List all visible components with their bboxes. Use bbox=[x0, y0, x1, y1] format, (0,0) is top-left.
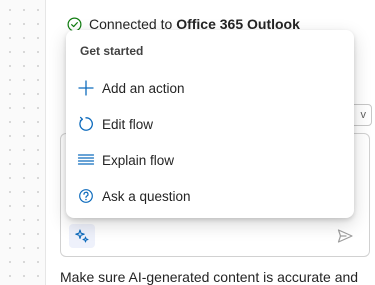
menu-item-label: Ask a question bbox=[102, 188, 191, 204]
menu-heading: Get started bbox=[80, 44, 144, 58]
menu-item-label: Edit flow bbox=[102, 116, 154, 132]
copilot-prompts-button[interactable] bbox=[69, 224, 95, 248]
text-lines-icon bbox=[77, 151, 95, 169]
question-circle-icon bbox=[77, 187, 95, 205]
plus-icon bbox=[77, 79, 95, 97]
send-button[interactable] bbox=[335, 226, 355, 246]
ai-disclaimer-text: Make sure AI-generated content is accura… bbox=[60, 269, 359, 285]
menu-item-label: Add an action bbox=[102, 80, 185, 96]
get-started-menu: Get started Add an action Edit flow Expl… bbox=[66, 30, 354, 218]
flow-canvas-background bbox=[0, 0, 45, 285]
menu-item-label: Explain flow bbox=[102, 152, 175, 168]
send-icon bbox=[337, 229, 353, 243]
menu-item-explain-flow[interactable]: Explain flow bbox=[66, 143, 354, 177]
partially-hidden-button-label: v bbox=[360, 109, 367, 121]
menu-item-ask-a-question[interactable]: Ask a question bbox=[66, 179, 354, 213]
refresh-circle-icon bbox=[77, 115, 95, 133]
menu-item-add-an-action[interactable]: Add an action bbox=[66, 71, 354, 105]
sparkle-icon bbox=[75, 229, 89, 243]
menu-item-edit-flow[interactable]: Edit flow bbox=[66, 107, 354, 141]
